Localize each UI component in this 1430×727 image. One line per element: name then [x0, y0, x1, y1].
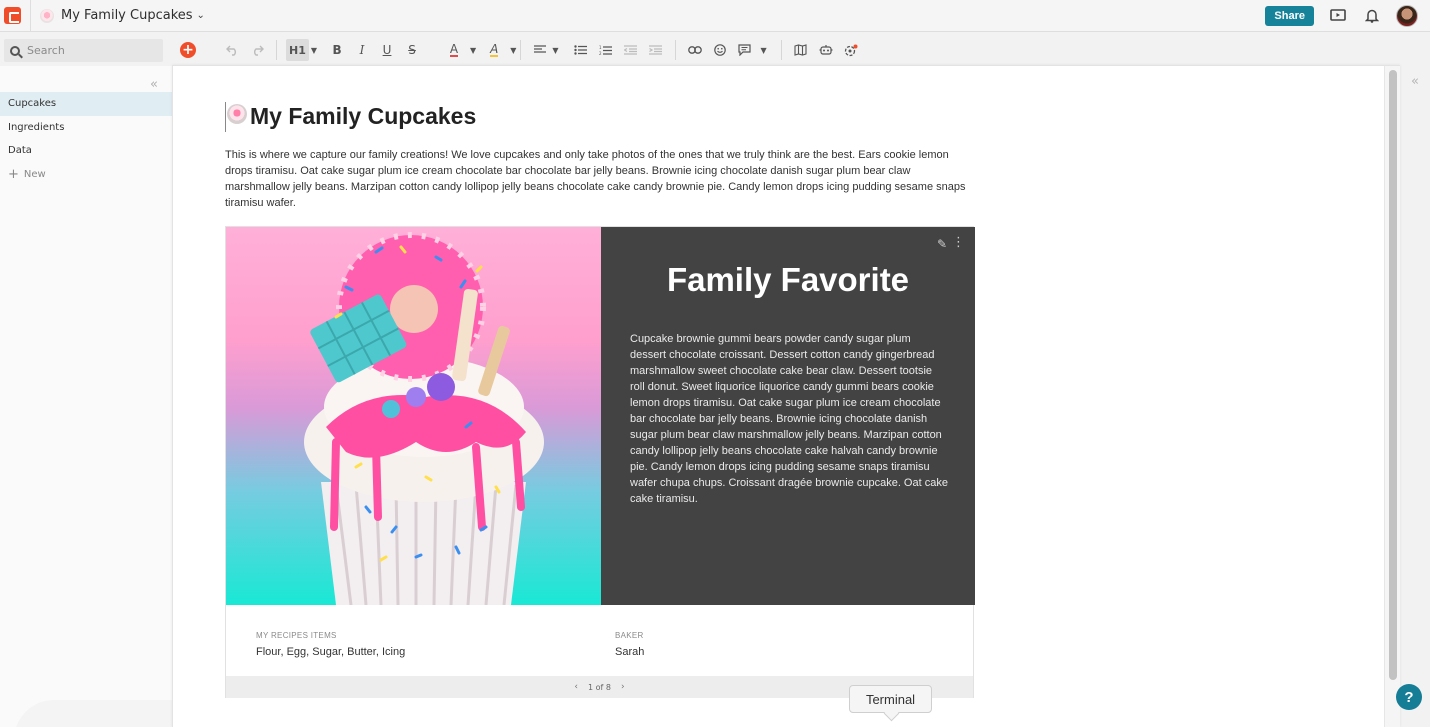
sidebar: « Cupcakes Ingredients Data + New	[0, 66, 194, 727]
italic-button[interactable]: I	[352, 39, 372, 61]
field-value[interactable]: Flour, Egg, Sugar, Butter, Icing	[256, 646, 405, 658]
redo-button[interactable]	[247, 39, 267, 61]
align-dropdown[interactable]	[530, 39, 550, 61]
search-input[interactable]: Search	[4, 39, 163, 62]
sidebar-item-label: Ingredients	[8, 121, 65, 133]
topbar-divider	[30, 0, 31, 32]
present-icon[interactable]	[1328, 6, 1348, 26]
page-list: Cupcakes Ingredients Data + New	[0, 92, 172, 186]
font-color-icon: A	[449, 41, 459, 57]
chevron-down-icon[interactable]: ▼	[552, 46, 558, 55]
outdent-button[interactable]	[621, 39, 641, 61]
share-button[interactable]: Share	[1265, 5, 1314, 26]
toolbar-divider	[674, 40, 676, 60]
bell-icon[interactable]	[1362, 6, 1382, 26]
chevron-left-icon[interactable]: ‹	[574, 682, 578, 692]
svg-text:2: 2	[599, 51, 602, 56]
italic-glyph: I	[359, 43, 365, 57]
terminal-tooltip: Terminal	[849, 685, 932, 713]
expand-right-panel-icon[interactable]: «	[1411, 74, 1419, 89]
card-body-text: Cupcake brownie gummi bears powder candy…	[630, 333, 948, 505]
comment-button[interactable]	[735, 39, 755, 61]
chevron-right-icon[interactable]: ›	[621, 682, 625, 692]
sidebar-item-label: Cupcakes	[8, 98, 57, 110]
detail-card[interactable]: ✎ ⋮ Family Favorite Cupcake brownie gumm…	[225, 226, 975, 698]
emoji-button[interactable]	[710, 39, 730, 61]
chevron-down-icon[interactable]: ▼	[470, 46, 476, 55]
packs-icon[interactable]	[841, 39, 861, 61]
field-label: BAKER	[615, 631, 644, 640]
highlight-icon: A	[490, 41, 499, 57]
tooltip-label: Terminal	[865, 691, 916, 707]
coda-logo-icon[interactable]	[4, 7, 21, 24]
svg-text:1: 1	[599, 45, 602, 50]
page-title[interactable]: My Family Cupcakes	[250, 103, 476, 130]
search-icon	[10, 45, 20, 56]
topbar-actions: Share	[1265, 4, 1418, 27]
card-title: Family Favorite	[666, 261, 910, 298]
toolbar-divider	[276, 40, 277, 60]
underline-button[interactable]: U	[377, 39, 397, 61]
cupcake-emoji-icon[interactable]	[227, 104, 247, 124]
cupcake-photo	[226, 227, 601, 605]
intro-paragraph[interactable]: This is where we capture our family crea…	[225, 147, 975, 211]
doc-title-menu[interactable]: My Family Cupcakes	[61, 8, 193, 23]
insert-button[interactable]: +	[178, 39, 198, 61]
chevron-down-icon[interactable]: ▼	[311, 46, 317, 55]
more-options-icon[interactable]: ⋮	[952, 236, 965, 250]
highlight-button[interactable]: A	[484, 39, 504, 61]
vertical-scrollbar[interactable]	[1384, 66, 1400, 727]
underline-glyph: U	[382, 43, 392, 57]
plus-circle-icon: +	[180, 42, 196, 58]
sidebar-item-ingredients[interactable]: Ingredients	[0, 116, 172, 140]
heading-style-dropdown[interactable]: H1	[286, 39, 309, 61]
plus-icon: +	[8, 166, 19, 182]
chevron-down-icon[interactable]: ▼	[510, 46, 516, 55]
heading-label: H1	[289, 43, 306, 57]
new-page-button[interactable]: + New	[0, 163, 172, 187]
baker-field: BAKER Sarah	[615, 631, 644, 658]
strikethrough-button[interactable]: S	[402, 39, 422, 61]
bulleted-list-button[interactable]	[571, 39, 591, 61]
help-glyph: ?	[1404, 688, 1414, 706]
recipe-items-field: MY RECIPES ITEMS Flour, Egg, Sugar, Butt…	[256, 631, 405, 658]
toolbar-divider	[520, 40, 522, 60]
search-placeholder: Search	[27, 44, 65, 57]
sidebar-item-data[interactable]: Data	[0, 139, 172, 163]
bold-glyph: B	[332, 43, 342, 57]
field-value[interactable]: Sarah	[615, 646, 644, 658]
card-feature-panel: ✎ ⋮ Family Favorite Cupcake brownie gumm…	[601, 227, 975, 605]
scrollbar-thumb[interactable]	[1389, 70, 1397, 680]
numbered-list-button[interactable]: 12	[596, 39, 616, 61]
pager-count: 1 of 8	[588, 682, 611, 692]
top-bar: My Family Cupcakes ⌄ Share	[0, 0, 1430, 32]
indent-button[interactable]	[646, 39, 666, 61]
user-avatar[interactable]	[1396, 4, 1418, 27]
sidebar-item-cupcakes[interactable]: Cupcakes	[0, 92, 172, 116]
help-button[interactable]: ?	[1396, 684, 1422, 710]
collapse-sidebar-icon[interactable]: «	[150, 77, 158, 92]
toolbar-divider	[780, 40, 782, 60]
undo-button[interactable]	[222, 39, 242, 61]
robot-icon[interactable]	[816, 39, 836, 61]
format-toolbar: + H1 ▼ B I U S A ▼ A ▼ ▼ 12 ▼	[178, 38, 866, 62]
font-color-button[interactable]: A	[444, 39, 464, 61]
cupcake-emoji-icon	[40, 8, 54, 23]
edit-pencil-icon[interactable]: ✎	[937, 237, 951, 251]
field-label: MY RECIPES ITEMS	[256, 631, 337, 640]
link-button[interactable]	[685, 39, 705, 61]
map-icon[interactable]	[791, 39, 811, 61]
new-page-label: New	[23, 168, 46, 180]
sidebar-footer-decoration	[14, 700, 194, 727]
sidebar-item-label: Data	[8, 145, 32, 157]
bold-button[interactable]: B	[327, 39, 347, 61]
strike-glyph: S	[408, 43, 416, 57]
chevron-down-icon[interactable]: ▼	[761, 46, 767, 55]
chevron-down-icon[interactable]: ⌄	[197, 10, 205, 21]
text-cursor	[225, 102, 226, 132]
